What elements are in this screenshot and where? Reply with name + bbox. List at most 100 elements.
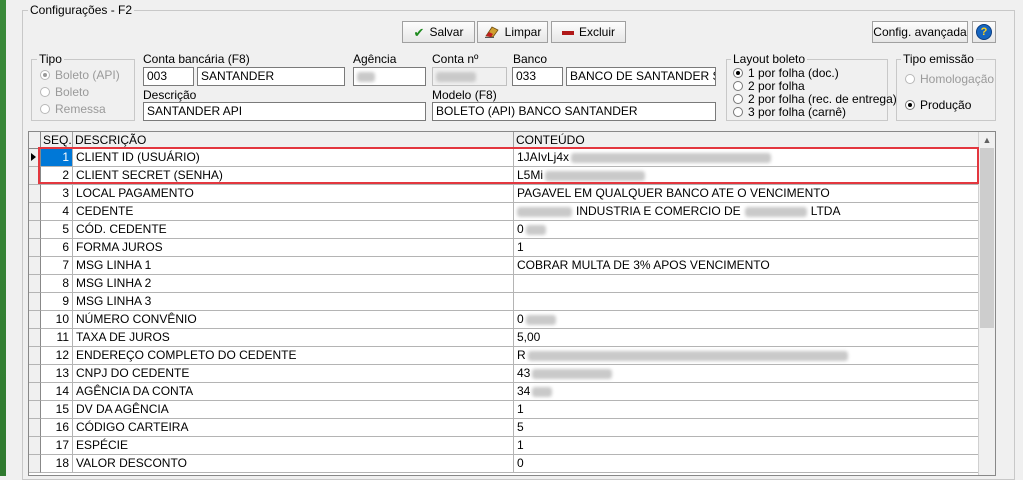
row-seq[interactable]: 4 [41, 203, 73, 221]
row-indicator[interactable] [29, 329, 41, 347]
row-conteudo[interactable]: 1 [514, 239, 980, 257]
modelo-field[interactable]: BOLETO (API) BANCO SANTANDER [432, 102, 716, 121]
row-descricao[interactable]: ENDEREÇO COMPLETO DO CEDENTE [73, 347, 514, 365]
emissao-option-producao[interactable]: Produção [905, 98, 971, 112]
row-conteudo[interactable]: R [514, 347, 980, 365]
row-seq[interactable]: 13 [41, 365, 73, 383]
row-indicator[interactable] [29, 455, 41, 473]
conta-field[interactable] [432, 67, 507, 86]
row-indicator[interactable] [29, 347, 41, 365]
row-seq[interactable]: 8 [41, 275, 73, 293]
row-descricao[interactable]: NÚMERO CONVÊNIO [73, 311, 514, 329]
table-row[interactable]: 4 CEDENTE INDUSTRIA E COMERCIO DE LTDA [29, 203, 980, 221]
descricao-field[interactable]: SANTANDER API [143, 102, 426, 121]
table-row[interactable]: 12 ENDEREÇO COMPLETO DO CEDENTE R [29, 347, 980, 365]
row-descricao[interactable]: VALOR DESCONTO [73, 455, 514, 473]
row-conteudo[interactable] [514, 275, 980, 293]
row-conteudo[interactable]: COBRAR MULTA DE 3% APOS VENCIMENTO [514, 257, 980, 275]
table-row[interactable]: 17 ESPÉCIE 1 [29, 437, 980, 455]
table-row[interactable]: 14 AGÊNCIA DA CONTA 34 [29, 383, 980, 401]
row-indicator[interactable] [29, 185, 41, 203]
row-descricao[interactable]: CÓD. CEDENTE [73, 221, 514, 239]
row-indicator[interactable] [29, 239, 41, 257]
agencia-field[interactable] [353, 67, 426, 86]
tipo-option-remessa[interactable]: Remessa [40, 102, 106, 116]
row-descricao[interactable]: CNPJ DO CEDENTE [73, 365, 514, 383]
row-seq[interactable]: 6 [41, 239, 73, 257]
layout-option-1-por-folha[interactable]: 1 por folha (doc.) [733, 66, 839, 80]
row-indicator[interactable] [29, 419, 41, 437]
row-seq[interactable]: 9 [41, 293, 73, 311]
row-conteudo[interactable]: INDUSTRIA E COMERCIO DE LTDA [514, 203, 980, 221]
row-conteudo[interactable]: 5 [514, 419, 980, 437]
header-descricao[interactable]: DESCRIÇÃO [73, 132, 514, 148]
table-row[interactable]: 6 FORMA JUROS 1 [29, 239, 980, 257]
conta-bancaria-name-field[interactable]: SANTANDER [197, 67, 345, 86]
table-row[interactable]: 15 DV DA AGÊNCIA 1 [29, 401, 980, 419]
row-seq[interactable]: 17 [41, 437, 73, 455]
row-indicator[interactable] [29, 221, 41, 239]
banco-code-field[interactable]: 033 [512, 67, 563, 86]
table-row[interactable]: 10 NÚMERO CONVÊNIO 0 [29, 311, 980, 329]
row-indicator[interactable] [29, 203, 41, 221]
row-indicator[interactable] [29, 293, 41, 311]
vertical-scrollbar[interactable]: ▲ [978, 132, 995, 475]
layout-option-2-por-folha[interactable]: 2 por folha [733, 79, 805, 93]
row-conteudo[interactable]: 43 [514, 365, 980, 383]
tipo-option-boleto-api[interactable]: Boleto (API) [40, 68, 120, 82]
table-row[interactable]: 9 MSG LINHA 3 [29, 293, 980, 311]
tipo-option-boleto[interactable]: Boleto [40, 85, 89, 99]
advanced-config-button[interactable]: Config. avançada [872, 21, 968, 43]
row-descricao[interactable]: MSG LINHA 3 [73, 293, 514, 311]
row-indicator[interactable] [29, 311, 41, 329]
layout-option-3-por-folha[interactable]: 3 por folha (carnê) [733, 105, 846, 119]
table-row[interactable]: 5 CÓD. CEDENTE 0 [29, 221, 980, 239]
row-conteudo[interactable]: 34 [514, 383, 980, 401]
row-conteudo[interactable]: 0 [514, 221, 980, 239]
row-seq[interactable]: 16 [41, 419, 73, 437]
table-row[interactable]: 3 LOCAL PAGAMENTO PAGAVEL EM QUALQUER BANC… [29, 185, 980, 203]
row-seq[interactable]: 18 [41, 455, 73, 473]
row-indicator[interactable] [29, 401, 41, 419]
row-seq[interactable]: 12 [41, 347, 73, 365]
conta-bancaria-code-field[interactable]: 003 [143, 67, 194, 86]
row-descricao[interactable]: TAXA DE JUROS [73, 329, 514, 347]
row-descricao[interactable]: AGÊNCIA DA CONTA [73, 383, 514, 401]
row-descricao[interactable]: ESPÉCIE [73, 437, 514, 455]
row-conteudo[interactable]: 5,00 [514, 329, 980, 347]
header-conteudo[interactable]: CONTEÚDO [514, 132, 980, 148]
table-row[interactable]: 7 MSG LINHA 1 COBRAR MULTA DE 3% APOS VENC… [29, 257, 980, 275]
table-row[interactable]: 11 TAXA DE JUROS 5,00 [29, 329, 980, 347]
row-indicator[interactable] [29, 383, 41, 401]
table-row[interactable]: 16 CÓDIGO CARTEIRA 5 [29, 419, 980, 437]
help-button[interactable]: ? [972, 21, 996, 43]
emissao-option-homologacao[interactable]: Homologação [905, 72, 994, 86]
layout-option-2-por-folha-rec[interactable]: 2 por folha (rec. de entrega) [733, 92, 897, 106]
save-button[interactable]: ✔ Salvar [402, 21, 475, 43]
row-indicator[interactable] [29, 365, 41, 383]
row-seq[interactable]: 14 [41, 383, 73, 401]
row-conteudo[interactable]: 0 [514, 455, 980, 473]
row-seq[interactable]: 5 [41, 221, 73, 239]
table-row[interactable]: 8 MSG LINHA 2 [29, 275, 980, 293]
row-seq[interactable]: 11 [41, 329, 73, 347]
row-conteudo[interactable] [514, 293, 980, 311]
row-conteudo[interactable]: 0 [514, 311, 980, 329]
row-seq[interactable]: 15 [41, 401, 73, 419]
scroll-up-icon[interactable]: ▲ [979, 132, 995, 148]
table-row[interactable]: 18 VALOR DESCONTO 0 [29, 455, 980, 473]
banco-name-field[interactable]: BANCO DE SANTANDER S/A [566, 67, 716, 86]
row-conteudo[interactable]: 1 [514, 437, 980, 455]
row-indicator[interactable] [29, 437, 41, 455]
row-descricao[interactable]: FORMA JUROS [73, 239, 514, 257]
row-seq[interactable]: 10 [41, 311, 73, 329]
header-seq[interactable]: SEQ. [41, 132, 73, 148]
row-descricao[interactable]: CEDENTE [73, 203, 514, 221]
row-conteudo[interactable]: 1 [514, 401, 980, 419]
row-descricao[interactable]: CÓDIGO CARTEIRA [73, 419, 514, 437]
row-descricao[interactable]: MSG LINHA 1 [73, 257, 514, 275]
row-descricao[interactable]: LOCAL PAGAMENTO [73, 185, 514, 203]
delete-button[interactable]: Excluir [551, 21, 626, 43]
table-row[interactable]: 13 CNPJ DO CEDENTE 43 [29, 365, 980, 383]
row-seq[interactable]: 7 [41, 257, 73, 275]
